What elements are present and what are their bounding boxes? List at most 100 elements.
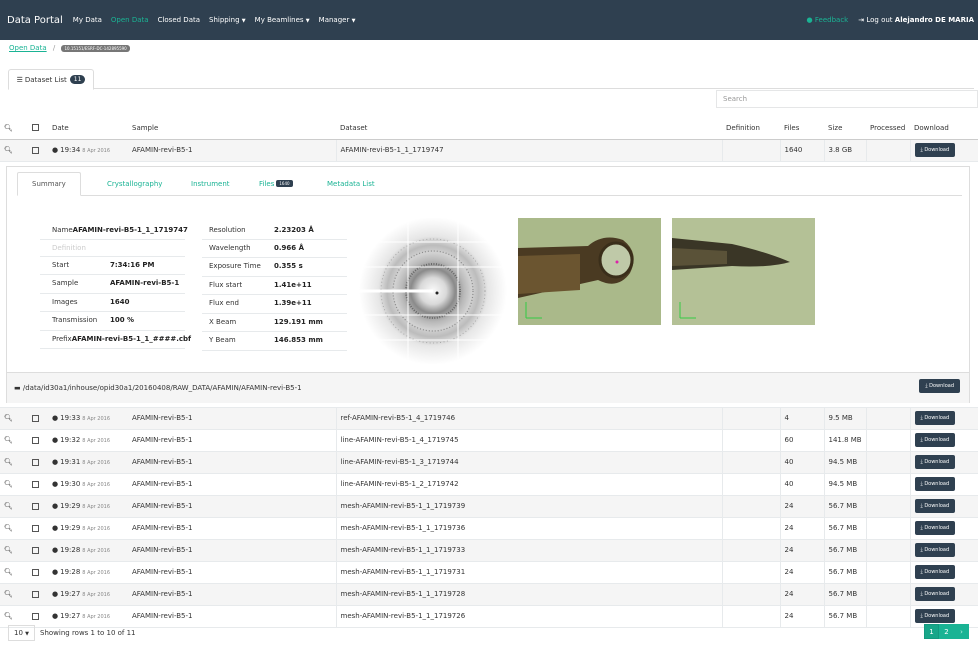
breadcrumb-open-data[interactable]: Open Data [9, 44, 47, 52]
zoom-row-button[interactable]: 🔍︎ [0, 539, 28, 562]
summary-key: Images [52, 297, 78, 306]
col-size[interactable]: Size [824, 117, 866, 140]
detail-panel: Summary Crystallography Instrument Files… [6, 165, 970, 403]
row-processed [865, 495, 910, 518]
download-button[interactable]: ⤓ Download [914, 521, 956, 535]
col-files[interactable]: Files [780, 117, 824, 140]
brand-title[interactable]: Data Portal [7, 15, 63, 26]
row-checkbox[interactable] [28, 407, 48, 430]
nav-my-beamlines[interactable]: My Beamlines ▼ [255, 16, 310, 24]
page-1-button[interactable]: 1 [924, 624, 939, 639]
download-button[interactable]: ⤓ Download [914, 411, 956, 425]
col-definition[interactable]: Definition [722, 117, 780, 140]
nav-open-data[interactable]: Open Data [111, 16, 149, 24]
table-row[interactable]: 🔍︎ ● 19:32 8 Apr 2016 AFAMIN-revi-B5-1 lin… [0, 429, 978, 452]
row-size: 56.7 MB [823, 605, 866, 628]
feedback-link[interactable]: ● Feedback [807, 16, 849, 24]
table-row[interactable]: 🔍︎ ● 19:28 8 Apr 2016 AFAMIN-revi-B5-1 mes… [0, 561, 978, 584]
row-checkbox[interactable] [28, 495, 48, 518]
row-dataset: mesh-AFAMIN-revi-B5-1_1_1719726 [335, 605, 722, 628]
nav-right: ● Feedback ⇥ Log out Alejandro DE MARIA [807, 0, 974, 40]
row-size: 56.7 MB [823, 517, 866, 540]
row-checkbox[interactable] [28, 583, 48, 606]
search-input[interactable] [716, 90, 978, 108]
caret-down-icon: ▼ [25, 631, 30, 637]
zoom-row-button[interactable]: 🔍︎ [0, 407, 28, 430]
download-button[interactable]: ⤓ Download [914, 143, 956, 157]
select-all-checkbox[interactable] [28, 117, 48, 140]
tab-summary[interactable]: Summary [17, 171, 81, 196]
download-label: Download [924, 591, 950, 597]
row-checkbox[interactable] [28, 539, 48, 562]
tab-instrument[interactable]: Instrument [191, 172, 230, 196]
zoom-row-button[interactable]: 🔍︎ [0, 473, 28, 496]
table-row[interactable]: 🔍︎ ● 19:30 8 Apr 2016 AFAMIN-revi-B5-1 lin… [0, 473, 978, 496]
tab-crystallography[interactable]: Crystallography [107, 172, 162, 196]
zoom-row-button[interactable]: 🔍︎ [0, 495, 28, 518]
crystal-snapshot-2[interactable] [672, 217, 815, 325]
zoom-row-button[interactable]: 🔍︎ [0, 429, 28, 452]
nav-my-data[interactable]: My Data [73, 16, 102, 24]
next-page-button[interactable]: › [954, 624, 969, 639]
tab-metadata-list[interactable]: Metadata List [327, 172, 375, 196]
table-row[interactable]: 🔍︎ ● 19:27 8 Apr 2016 AFAMIN-revi-B5-1 mes… [0, 583, 978, 606]
download-button[interactable]: ⤓ Download [914, 433, 956, 447]
row-checkbox[interactable] [28, 451, 48, 474]
zoom-row-button[interactable]: 🔍︎ [0, 561, 28, 584]
download-button[interactable]: ⤓ Download [914, 477, 956, 491]
clock-icon: ● [52, 480, 59, 488]
table-row[interactable]: 🔍︎ ● 19:28 8 Apr 2016 AFAMIN-revi-B5-1 mes… [0, 539, 978, 562]
zoom-row-button[interactable]: 🔍︎ [0, 583, 28, 606]
nav-shipping[interactable]: Shipping ▼ [209, 16, 246, 24]
tab-dataset-list[interactable]: ☰ Dataset List 11 [8, 69, 94, 90]
col-dataset[interactable]: Dataset [336, 117, 722, 140]
download-button[interactable]: ⤓ Download [914, 609, 956, 623]
zoom-row-button[interactable]: 🔍︎ [0, 451, 28, 474]
col-date[interactable]: Date [48, 117, 128, 140]
row-checkbox[interactable] [28, 139, 48, 162]
download-icon: ⤓ [920, 569, 923, 575]
table-row[interactable]: 🔍︎ ● 19:29 8 Apr 2016 AFAMIN-revi-B5-1 mes… [0, 495, 978, 518]
crystal-snapshot-1[interactable] [518, 217, 661, 325]
crystal-image-2 [672, 217, 815, 325]
row-checkbox[interactable] [28, 605, 48, 628]
clock-icon: ● [52, 502, 59, 510]
download-button[interactable]: ⤓ Download [914, 587, 956, 601]
col-sample[interactable]: Sample [128, 117, 336, 140]
download-button[interactable]: ⤓ Download [914, 565, 956, 579]
table-row[interactable]: 🔍︎ ● 19:29 8 Apr 2016 AFAMIN-revi-B5-1 mes… [0, 517, 978, 540]
download-button[interactable]: ⤓ Download [914, 499, 956, 513]
page-size-select[interactable]: 10 ▼ [8, 625, 36, 641]
diffraction-image[interactable] [359, 217, 507, 364]
page-2-button[interactable]: 2 [939, 624, 954, 639]
table-row[interactable]: 🔍︎ ● 19:27 8 Apr 2016 AFAMIN-revi-B5-1 mes… [0, 605, 978, 628]
row-checkbox[interactable] [28, 473, 48, 496]
summary-row: Y Beam 146.853 mm [202, 332, 347, 351]
tab-files[interactable]: Files 1640 [259, 172, 293, 196]
download-folder-button[interactable]: ⤓ Download [919, 378, 960, 393]
detail-tabs: Summary Crystallography Instrument Files… [17, 171, 962, 196]
zoom-row-button[interactable]: 🔍︎ [0, 517, 28, 540]
col-processed[interactable]: Processed [866, 117, 910, 140]
row-checkbox[interactable] [28, 517, 48, 540]
download-button[interactable]: ⤓ Download [914, 455, 956, 469]
download-button[interactable]: ⤓ Download [914, 543, 956, 557]
table-row[interactable]: 🔍︎ ● 19:31 8 Apr 2016 AFAMIN-revi-B5-1 lin… [0, 451, 978, 474]
folder-icon: ▬ [14, 383, 21, 392]
zoom-row-button[interactable]: 🔍︎ [0, 139, 28, 162]
zoom-row-button[interactable]: 🔍︎ [0, 605, 28, 628]
nav-closed-data[interactable]: Closed Data [158, 16, 200, 24]
zoom-all-button[interactable]: 🔍︎ [0, 117, 28, 140]
row-checkbox[interactable] [28, 429, 48, 452]
table-row-expanded[interactable]: 🔍︎ ● 19:34 8 Apr 2016 AFAMIN-revi-B5-1 AFA… [0, 139, 978, 162]
nav-manager[interactable]: Manager ▼ [319, 16, 356, 24]
row-checkbox[interactable] [28, 561, 48, 584]
row-processed [865, 473, 910, 496]
row-dataset: mesh-AFAMIN-revi-B5-1_1_1719739 [335, 495, 722, 518]
download-label: Download [924, 459, 950, 465]
table-row[interactable]: 🔍︎ ● 19:33 8 Apr 2016 AFAMIN-revi-B5-1 ref… [0, 407, 978, 430]
logout-link[interactable]: ⇥ Log out Alejandro DE MARIA [858, 16, 974, 24]
row-definition [721, 605, 780, 628]
row-date: ● 19:27 8 Apr 2016 [48, 583, 128, 606]
breadcrumb-doi[interactable]: 10.15151/ESRF-DC-142895590 [61, 44, 130, 52]
